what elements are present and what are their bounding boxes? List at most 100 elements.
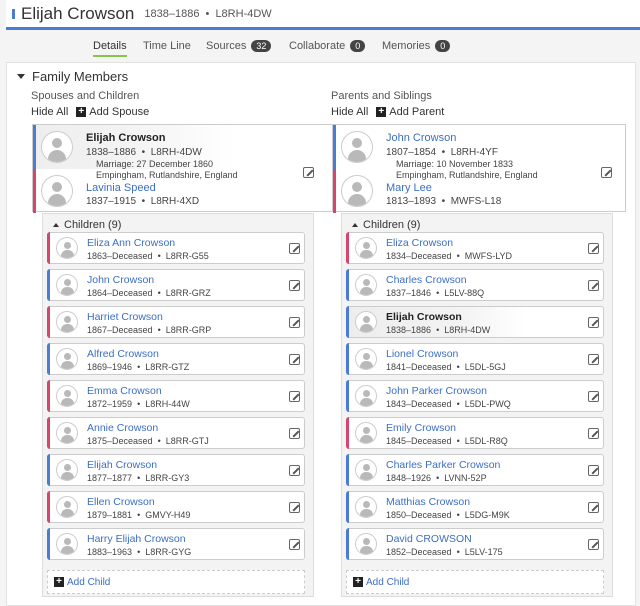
child-avatar-icon[interactable] [355,311,377,333]
hide-all-spouses-link[interactable]: Hide All [31,106,68,118]
child-avatar-icon[interactable] [56,348,78,370]
edit-child-icon[interactable] [588,539,599,550]
child-row[interactable]: Harriet Crowson 1867–Deceased • L8RR-GRP [47,306,305,338]
child-name[interactable]: Eliza Crowson [386,237,453,249]
child-name[interactable]: Ellen Crowson [87,496,155,508]
child-name[interactable]: Elijah Crowson [386,311,462,323]
edit-child-icon[interactable] [289,354,300,365]
child-name[interactable]: Lionel Crowson [386,348,458,360]
child-row[interactable]: Elijah Crowson 1877–1877 • L8RR-GY3 [47,454,305,486]
sex-stripe [47,343,50,375]
edit-child-icon[interactable] [289,317,300,328]
child-avatar-icon[interactable] [56,237,78,259]
add-sibling-button[interactable]: + Add Child [346,570,604,594]
child-row[interactable]: Alfred Crowson 1869–1946 • L8RR-GTZ [47,343,305,375]
edit-child-icon[interactable] [289,502,300,513]
edit-child-icon[interactable] [588,317,599,328]
tab-sources[interactable]: Sources 32 [206,40,272,52]
child-row[interactable]: Charles Crowson 1837–1846 • L5LV-88Q [346,269,604,301]
husband-avatar-icon[interactable] [41,131,73,163]
child-name[interactable]: Charles Crowson [386,274,467,286]
tab-memories[interactable]: Memories 0 [382,40,451,52]
parents-marriage-info: Marriage: 10 November 1833 Empingham, Ru… [396,159,538,180]
tab-details[interactable]: Details [93,40,127,57]
child-name[interactable]: Annie Crowson [87,422,158,434]
wife-avatar-icon[interactable] [41,175,73,207]
child-avatar-icon[interactable] [355,422,377,444]
child-name[interactable]: David CROWSON [386,533,472,545]
child-avatar-icon[interactable] [355,348,377,370]
child-row[interactable]: Eliza Ann Crowson 1863–Deceased • L8RR-G5… [47,232,305,264]
child-name[interactable]: Alfred Crowson [87,348,159,360]
child-name[interactable]: Emily Crowson [386,422,456,434]
add-spouse-link[interactable]: Add Spouse [89,106,149,118]
edit-couple-icon[interactable] [303,167,314,178]
child-name[interactable]: Eliza Ann Crowson [87,237,175,249]
family-members-toggle[interactable]: Family Members [17,69,128,84]
child-row[interactable]: John Parker Crowson 1843–Deceased • L5DL-… [346,380,604,412]
child-avatar-icon[interactable] [355,459,377,481]
child-avatar-icon[interactable] [56,459,78,481]
child-row[interactable]: Annie Crowson 1875–Deceased • L8RR-GTJ [47,417,305,449]
siblings-toggle[interactable]: Children (9) [352,219,420,231]
wife-name[interactable]: Lavinia Speed [86,182,156,194]
child-row[interactable]: Matthias Crowson 1850–Deceased • L5DG-M9K [346,491,604,523]
tab-collaborate[interactable]: Collaborate 0 [289,40,366,52]
tab-time-line[interactable]: Time Line [143,40,191,52]
child-name[interactable]: Matthias Crowson [386,496,470,508]
child-row[interactable]: Ellen Crowson 1879–1881 • GMVY-H49 [47,491,305,523]
edit-child-icon[interactable] [588,502,599,513]
add-parent-link[interactable]: Add Parent [389,106,444,118]
child-row[interactable]: Emily Crowson 1845–Deceased • L5DL-R8Q [346,417,604,449]
child-avatar-icon[interactable] [56,311,78,333]
child-name[interactable]: Elijah Crowson [87,459,157,471]
child-avatar-icon[interactable] [355,533,377,555]
child-row[interactable]: Elijah Crowson 1838–1886 • L8RH-4DW [346,306,604,338]
child-row[interactable]: Charles Parker Crowson 1848–1926 • LVNN-5… [346,454,604,486]
edit-child-icon[interactable] [588,280,599,291]
edit-parents-icon[interactable] [601,167,612,178]
child-avatar-icon[interactable] [355,237,377,259]
mother-name[interactable]: Mary Lee [386,182,432,194]
father-avatar-icon[interactable] [341,131,373,163]
child-name[interactable]: Harriet Crowson [87,311,163,323]
child-name[interactable]: John Crowson [87,274,154,286]
mother-avatar-icon[interactable] [341,175,373,207]
father-name[interactable]: John Crowson [386,132,456,144]
add-child-button[interactable]: + Add Child [47,570,305,594]
child-avatar-icon[interactable] [56,422,78,444]
child-avatar-icon[interactable] [56,385,78,407]
edit-child-icon[interactable] [588,354,599,365]
child-avatar-icon[interactable] [56,274,78,296]
child-name[interactable]: Emma Crowson [87,385,162,397]
edit-child-icon[interactable] [289,465,300,476]
child-row[interactable]: Lionel Crowson 1841–Deceased • L5DL-5GJ [346,343,604,375]
child-name[interactable]: Charles Parker Crowson [386,459,500,471]
sex-stripe [346,380,349,412]
child-row[interactable]: Emma Crowson 1872–1959 • L8RH-44W [47,380,305,412]
child-avatar-icon[interactable] [56,533,78,555]
child-info: 1834–Deceased • MWFS-LYD [386,251,513,261]
edit-child-icon[interactable] [588,428,599,439]
child-avatar-icon[interactable] [355,274,377,296]
husband-name[interactable]: Elijah Crowson [86,132,165,144]
hide-all-parents-link[interactable]: Hide All [331,106,368,118]
edit-child-icon[interactable] [289,391,300,402]
child-avatar-icon[interactable] [355,385,377,407]
child-row[interactable]: Eliza Crowson 1834–Deceased • MWFS-LYD [346,232,604,264]
child-row[interactable]: Harry Elijah Crowson 1883–1963 • L8RR-GYG [47,528,305,560]
child-name[interactable]: Harry Elijah Crowson [87,533,186,545]
edit-child-icon[interactable] [588,391,599,402]
child-row[interactable]: David CROWSON 1852–Deceased • L5LV-175 [346,528,604,560]
child-avatar-icon[interactable] [56,496,78,518]
children-toggle[interactable]: Children (9) [53,219,121,231]
edit-child-icon[interactable] [289,539,300,550]
edit-child-icon[interactable] [289,243,300,254]
edit-child-icon[interactable] [588,243,599,254]
child-avatar-icon[interactable] [355,496,377,518]
edit-child-icon[interactable] [588,465,599,476]
edit-child-icon[interactable] [289,428,300,439]
child-name[interactable]: John Parker Crowson [386,385,487,397]
edit-child-icon[interactable] [289,280,300,291]
child-row[interactable]: John Crowson 1864–Deceased • L8RR-GRZ [47,269,305,301]
